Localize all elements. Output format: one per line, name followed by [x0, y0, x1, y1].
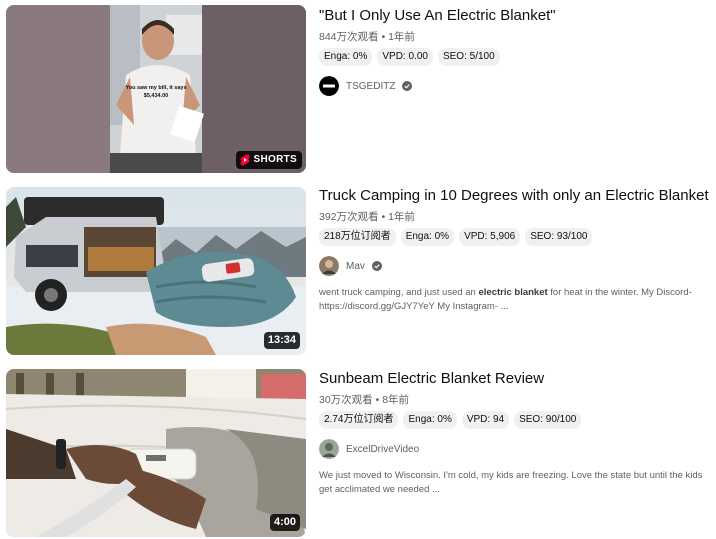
video-result[interactable]: You saw my bill, it says $5,434.00 SHORT… — [0, 5, 716, 175]
meta-separator: • — [381, 211, 386, 223]
video-info: "But I Only Use An Electric Blanket" 844… — [319, 5, 711, 96]
channel-avatar[interactable] — [319, 439, 339, 459]
channel-name[interactable]: ExcelDriveVideo — [346, 444, 419, 455]
channel-row[interactable]: TSGEDITZ — [319, 76, 711, 96]
thumbnail-caption-amount: $5,434.00 — [144, 93, 168, 99]
channel-avatar[interactable] — [319, 76, 339, 96]
verified-icon — [402, 81, 413, 91]
upload-age: 1年前 — [388, 31, 415, 43]
thumbnail-image — [6, 369, 306, 537]
stat-chip: 2.74万位订阅者 — [319, 411, 399, 429]
stat-chip: VPD: 0.00 — [377, 48, 433, 66]
meta-separator: • — [381, 31, 386, 43]
video-duration: 13:34 — [263, 332, 300, 349]
video-title[interactable]: Sunbeam Electric Blanket Review — [319, 368, 711, 390]
shorts-badge: SHORTS — [235, 151, 302, 169]
thumbnail-caption: You saw my bill, it says — [125, 85, 186, 91]
stat-chip: VPD: 5,906 — [459, 228, 521, 246]
view-count: 844万次观看 — [319, 31, 379, 43]
shorts-icon — [240, 154, 250, 166]
view-count: 392万次观看 — [319, 211, 379, 223]
video-thumbnail[interactable]: 13:34 — [6, 187, 306, 355]
channel-name[interactable]: TSGEDITZ — [346, 81, 395, 92]
thumbnail-image — [6, 187, 306, 355]
stats-chips: 218万位订阅者 Enga: 0% VPD: 5,906 SEO: 93/100 — [319, 228, 711, 246]
video-title[interactable]: "But I Only Use An Electric Blanket" — [319, 5, 711, 27]
verified-icon — [371, 261, 382, 271]
description-highlight: electric blanket — [478, 287, 548, 298]
stat-chip: SEO: 93/100 — [525, 228, 593, 246]
video-description: We just moved to Wisconsin. I'm cold, my… — [319, 470, 703, 495]
video-meta: 392万次观看 • 1年前 — [319, 210, 711, 224]
stats-chips: Enga: 0% VPD: 0.00 SEO: 5/100 — [319, 48, 711, 66]
channel-row[interactable]: ExcelDriveVideo — [319, 439, 711, 459]
stat-chip: SEO: 5/100 — [437, 48, 500, 66]
stats-chips: 2.74万位订阅者 Enga: 0% VPD: 94 SEO: 90/100 — [319, 411, 711, 429]
video-result[interactable]: 4:00 Sunbeam Electric Blanket Review 30万… — [0, 369, 716, 539]
channel-row[interactable]: Mav — [319, 256, 711, 276]
video-title[interactable]: Truck Camping in 10 Degrees with only an… — [319, 185, 711, 207]
stat-chip: Enga: 0% — [403, 411, 457, 429]
stat-chip: SEO: 90/100 — [514, 411, 582, 429]
stat-chip: 218万位订阅者 — [319, 228, 396, 246]
channel-avatar[interactable] — [319, 256, 339, 276]
video-thumbnail[interactable]: You saw my bill, it says $5,434.00 SHORT… — [6, 5, 306, 173]
description-text: went truck camping, and just used an — [319, 287, 479, 298]
video-result[interactable]: 13:34 Truck Camping in 10 Degrees with o… — [0, 187, 716, 357]
video-meta: 30万次观看 • 8年前 — [319, 393, 711, 407]
thumbnail-image: You saw my bill, it says $5,434.00 — [6, 5, 306, 173]
stat-chip: VPD: 94 — [461, 411, 510, 429]
video-meta: 844万次观看 • 1年前 — [319, 30, 711, 44]
stat-chip: Enga: 0% — [319, 48, 373, 66]
channel-name[interactable]: Mav — [346, 261, 365, 272]
video-thumbnail[interactable]: 4:00 — [6, 369, 306, 537]
video-info: Truck Camping in 10 Degrees with only an… — [319, 187, 711, 314]
shorts-label: SHORTS — [253, 154, 297, 165]
stat-chip: Enga: 0% — [400, 228, 455, 246]
view-count: 30万次观看 — [319, 394, 373, 406]
video-info: Sunbeam Electric Blanket Review 30万次观看 •… — [319, 369, 711, 497]
video-duration: 4:00 — [269, 514, 300, 531]
upload-age: 1年前 — [388, 211, 415, 223]
meta-separator: • — [375, 394, 380, 406]
upload-age: 8年前 — [382, 394, 410, 406]
video-description: went truck camping, and just used an ele… — [319, 286, 711, 314]
